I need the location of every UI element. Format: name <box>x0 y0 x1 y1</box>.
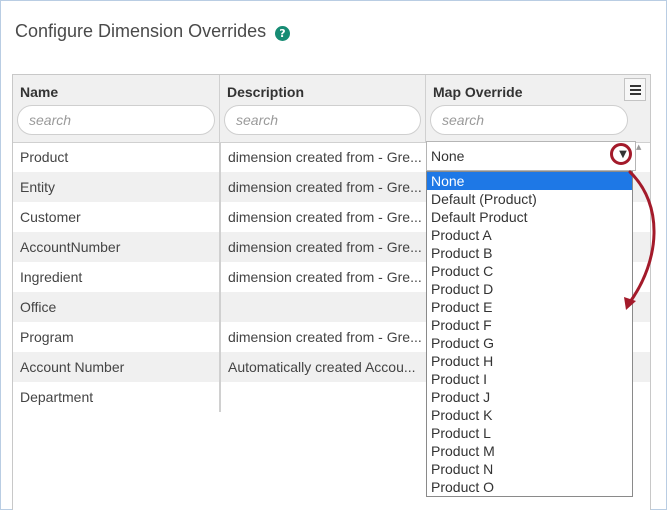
description-cell: dimension created from - Gre... <box>220 322 426 352</box>
dropdown-option[interactable]: Product O <box>427 478 632 496</box>
name-cell: Entity <box>20 179 56 195</box>
highlight-circle <box>610 143 632 165</box>
name-cell: Product <box>20 149 69 165</box>
select-value: None <box>431 148 465 164</box>
name-cell: Program <box>20 329 74 345</box>
dropdown-option[interactable]: Product E <box>427 298 632 316</box>
name-cell: Account Number <box>20 359 125 375</box>
description-cell: dimension created from - Gre... <box>220 232 426 262</box>
help-icon[interactable]: ? <box>275 26 290 41</box>
dropdown-option[interactable]: Default (Product) <box>427 190 632 208</box>
column-label: Description <box>227 84 305 100</box>
name-cell: Office <box>20 299 57 315</box>
dropdown-option[interactable]: Product K <box>427 406 632 424</box>
name-cell: Ingredient <box>20 269 83 285</box>
column-label: Name <box>20 84 59 100</box>
dropdown-option[interactable]: Product C <box>427 262 632 280</box>
scroll-up-icon[interactable]: ▲ <box>636 143 641 151</box>
map-override-search-input[interactable] <box>430 105 628 135</box>
name-cell: Customer <box>20 209 81 225</box>
description-cell: dimension created from - Gre... <box>220 202 426 232</box>
column-divider <box>219 142 220 412</box>
description-cell <box>220 292 426 322</box>
column-header-description[interactable]: Description <box>220 75 426 142</box>
description-cell: Automatically created Accou... <box>220 352 426 382</box>
column-header-map-override[interactable]: Map Override <box>426 75 628 142</box>
dropdown-option[interactable]: Product N <box>427 460 632 478</box>
dropdown-option[interactable]: Product D <box>427 280 632 298</box>
description-cell: dimension created from - Gre... <box>220 172 426 202</box>
description-cell: dimension created from - Gre... <box>220 262 426 292</box>
name-cell: AccountNumber <box>20 239 121 255</box>
dropdown-option[interactable]: Product H <box>427 352 632 370</box>
dropdown-option[interactable]: Product I <box>427 370 632 388</box>
column-label: Map Override <box>433 84 523 100</box>
description-cell <box>220 382 426 412</box>
column-menu-icon[interactable] <box>624 78 646 101</box>
map-override-select[interactable]: None <box>426 141 636 171</box>
description-cell: dimension created from - Gre... <box>220 142 426 172</box>
dropdown-option[interactable]: Product A <box>427 226 632 244</box>
dropdown-option[interactable]: Product L <box>427 424 632 442</box>
dropdown-option[interactable]: None <box>427 172 632 190</box>
dropdown-option[interactable]: Product B <box>427 244 632 262</box>
description-search-input[interactable] <box>224 105 421 135</box>
dropdown-option[interactable]: Product J <box>427 388 632 406</box>
dropdown-list[interactable]: None Default (Product) Default Product Prod… <box>426 171 633 497</box>
grid-header: Name Description Map Override <box>13 75 650 143</box>
column-header-name[interactable]: Name <box>13 75 220 142</box>
dropdown-option[interactable]: Product M <box>427 442 632 460</box>
dropdown-option[interactable]: Product F <box>427 316 632 334</box>
dropdown-option[interactable]: Product G <box>427 334 632 352</box>
name-search-input[interactable] <box>17 105 215 135</box>
name-cell: Department <box>20 389 94 405</box>
dropdown-option[interactable]: Default Product <box>427 208 632 226</box>
page-title: Configure Dimension Overrides <box>15 21 267 41</box>
